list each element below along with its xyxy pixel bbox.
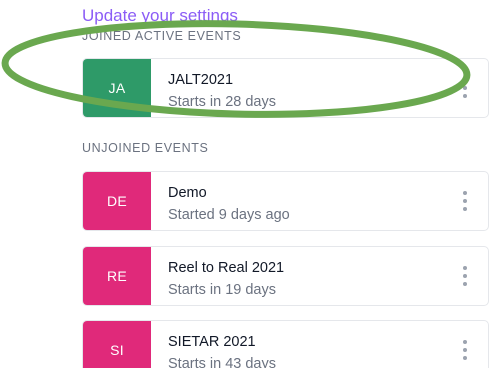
event-card-body: JALT2021 Starts in 28 days (151, 59, 488, 117)
event-card-body: SIETAR 2021 Starts in 43 days (151, 321, 488, 368)
events-page: Update your settings JOINED ACTIVE EVENT… (0, 0, 492, 368)
more-options-icon[interactable] (461, 191, 469, 211)
event-card-body: Reel to Real 2021 Starts in 19 days (151, 247, 488, 305)
update-settings-link[interactable]: Update your settings (82, 3, 238, 29)
event-avatar: DE (83, 172, 151, 230)
event-avatar: RE (83, 247, 151, 305)
event-card-sietar-2021[interactable]: SI SIETAR 2021 Starts in 43 days (82, 320, 489, 368)
event-avatar: JA (83, 59, 151, 117)
event-status: Started 9 days ago (168, 207, 290, 223)
event-name: Demo (168, 185, 207, 201)
more-options-icon[interactable] (461, 266, 469, 286)
event-card-reel-to-real-2021[interactable]: RE Reel to Real 2021 Starts in 19 days (82, 246, 489, 306)
event-name: JALT2021 (168, 72, 234, 88)
more-options-icon[interactable] (461, 340, 469, 360)
event-card-jalt2021[interactable]: JA JALT2021 Starts in 28 days (82, 58, 489, 118)
event-status: Starts in 28 days (168, 94, 276, 110)
event-avatar: SI (83, 321, 151, 368)
event-name: SIETAR 2021 (168, 334, 256, 350)
joined-events-heading: JOINED ACTIVE EVENTS (82, 29, 242, 43)
more-options-icon[interactable] (461, 78, 469, 98)
event-status: Starts in 19 days (168, 282, 276, 298)
event-name: Reel to Real 2021 (168, 260, 285, 276)
event-card-demo[interactable]: DE Demo Started 9 days ago (82, 171, 489, 231)
event-card-body: Demo Started 9 days ago (151, 172, 488, 230)
event-status: Starts in 43 days (168, 356, 276, 368)
unjoined-events-heading: UNJOINED EVENTS (82, 141, 209, 155)
